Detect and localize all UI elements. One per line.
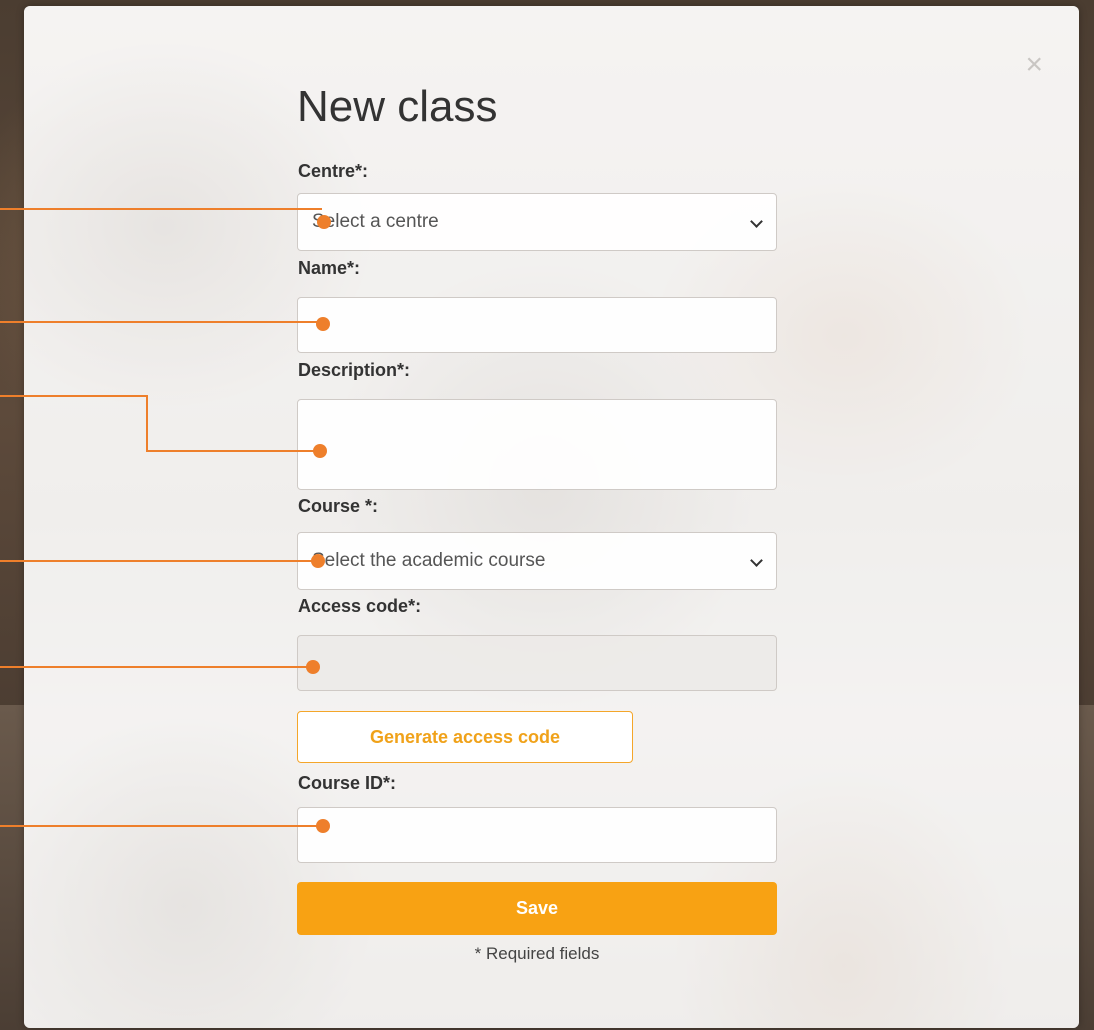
chevron-down-icon: [750, 216, 762, 228]
save-button[interactable]: Save: [297, 882, 777, 935]
generate-access-code-button[interactable]: Generate access code: [297, 711, 633, 763]
description-textarea[interactable]: [297, 399, 777, 490]
access-code-input: [297, 635, 777, 691]
close-icon[interactable]: ×: [1025, 50, 1043, 80]
chevron-down-icon: [750, 555, 762, 567]
course-id-label: Course ID*:: [298, 773, 397, 793]
new-class-modal: × New class Centre*: Select a centre Nam…: [24, 6, 1079, 1028]
name-input[interactable]: [297, 297, 777, 353]
course-label: Course *:: [298, 496, 379, 516]
modal-title: New class: [297, 82, 498, 131]
centre-label: Centre*:: [298, 161, 369, 181]
centre-select-value: Select a centre: [312, 211, 439, 232]
course-select[interactable]: Select the academic course: [297, 532, 777, 590]
required-fields-note: * Required fields: [474, 944, 600, 963]
name-label: Name*:: [298, 258, 361, 278]
access-code-label: Access code*:: [298, 596, 422, 616]
modal-wash: [24, 6, 1079, 1028]
centre-select[interactable]: Select a centre: [297, 193, 777, 251]
course-id-input[interactable]: [297, 807, 777, 863]
description-label: Description*:: [298, 360, 411, 380]
course-select-value: Select the academic course: [312, 550, 546, 571]
